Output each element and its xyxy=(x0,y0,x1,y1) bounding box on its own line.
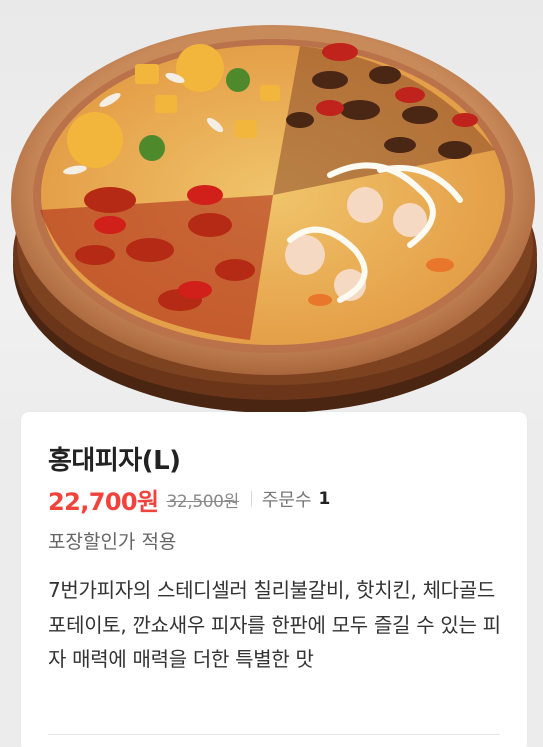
product-detail-page: 홍대피자(L) 22,700원 32,500원 주문수 1 포장할인가 적용 7… xyxy=(0,0,543,747)
price-row: 22,700원 32,500원 주문수 1 xyxy=(48,482,330,516)
price-divider xyxy=(250,491,252,507)
discount-note: 포장할인가 적용 xyxy=(48,531,177,553)
section-divider xyxy=(48,734,500,735)
product-title: 홍대피자(L) xyxy=(48,446,181,476)
sale-price: 22,700원 xyxy=(48,487,159,516)
product-image xyxy=(0,0,543,445)
original-price: 32,500원 xyxy=(166,491,240,512)
product-info-card: 홍대피자(L) 22,700원 32,500원 주문수 1 포장할인가 적용 7… xyxy=(21,412,527,747)
order-count-label: 주문수 xyxy=(261,490,312,511)
order-count-value: 1 xyxy=(318,489,331,509)
product-description: 7번가피자의 스테디셀러 칠리불갈비, 핫치킨, 체다골드 포테이토, 깐쇼새우… xyxy=(48,578,501,671)
